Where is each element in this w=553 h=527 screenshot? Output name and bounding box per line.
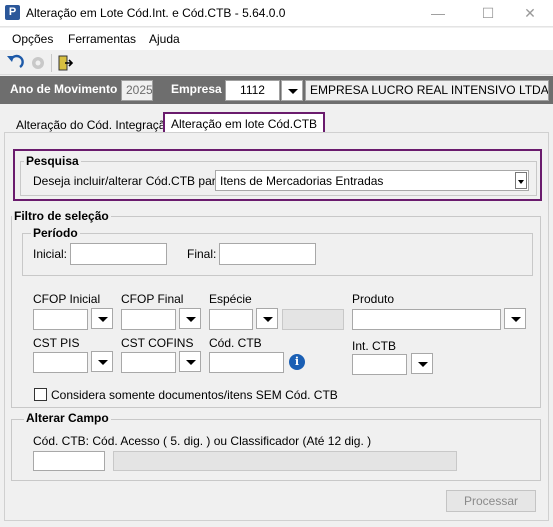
- periodo-title: Período: [31, 226, 80, 240]
- menu-ferramentas[interactable]: Ferramentas: [68, 32, 136, 46]
- pesquisa-label: Deseja incluir/alterar Cód.CTB para:: [33, 174, 226, 188]
- pesquisa-selected-value: Itens de Mercadorias Entradas: [220, 174, 384, 188]
- cfop-inicial-input[interactable]: [33, 309, 88, 330]
- especie-description-field: [282, 309, 344, 330]
- empresa-name-field: EMPRESA LUCRO REAL INTENSIVO LTDA: [305, 80, 549, 101]
- int-ctb-input[interactable]: [352, 354, 407, 375]
- cod-ctb-new-value-input[interactable]: [33, 451, 105, 471]
- cod-ctb-label: Cód. CTB: [209, 336, 262, 350]
- empresa-label: Empresa: [171, 82, 222, 96]
- sem-cod-ctb-checkbox[interactable]: [34, 388, 47, 401]
- sem-cod-ctb-label: Considera somente documentos/itens SEM C…: [51, 388, 338, 402]
- undo-icon[interactable]: [5, 54, 25, 72]
- title-bar: P Alteração em Lote Cód.Int. e Cód.CTB -…: [0, 0, 553, 27]
- menu-bar: Opções Ferramentas Ajuda: [0, 28, 553, 50]
- ano-movimento-field: 2025: [121, 80, 153, 101]
- header-band: Ano de Movimento 2025 Empresa 1112 EMPRE…: [0, 76, 553, 104]
- ano-movimento-label: Ano de Movimento: [10, 82, 118, 96]
- pesquisa-select-arrow[interactable]: [515, 172, 527, 189]
- cst-cofins-label: CST COFINS: [121, 336, 194, 350]
- cfop-final-input[interactable]: [121, 309, 176, 330]
- cfop-final-label: CFOP Final: [121, 292, 184, 306]
- toolbar-separator: [51, 54, 52, 72]
- menu-ajuda[interactable]: Ajuda: [149, 32, 180, 46]
- inicial-label: Inicial:: [33, 247, 68, 261]
- processar-button[interactable]: Processar: [446, 490, 536, 512]
- cst-pis-label: CST PIS: [33, 336, 80, 350]
- app-icon: P: [5, 5, 20, 20]
- filtro-title: Filtro de seleção: [12, 209, 111, 223]
- final-label: Final:: [187, 247, 217, 261]
- exit-door-icon[interactable]: [55, 54, 75, 72]
- minimize-button[interactable]: —: [415, 0, 461, 27]
- cfop-inicial-dropdown[interactable]: [91, 308, 113, 329]
- int-ctb-dropdown[interactable]: [411, 353, 433, 374]
- cst-cofins-input[interactable]: [121, 352, 176, 373]
- pesquisa-title: Pesquisa: [24, 154, 81, 168]
- info-icon[interactable]: i: [289, 354, 305, 370]
- cst-pis-input[interactable]: [33, 352, 88, 373]
- maximize-button[interactable]: ☐: [465, 0, 511, 27]
- cod-ctb-input[interactable]: [209, 352, 284, 373]
- menu-opcoes[interactable]: Opções: [12, 32, 53, 46]
- int-ctb-label: Int. CTB: [352, 339, 397, 353]
- inicial-date-field[interactable]: [70, 243, 167, 265]
- produto-label: Produto: [352, 292, 395, 306]
- cfop-final-dropdown[interactable]: [179, 308, 201, 329]
- alterar-campo-title: Alterar Campo: [24, 411, 111, 425]
- window-title: Alteração em Lote Cód.Int. e Cód.CTB - 5…: [26, 6, 286, 20]
- especie-label: Espécie: [209, 292, 252, 306]
- final-date-field[interactable]: [219, 243, 316, 265]
- tab-alteracao-lote-cod-ctb[interactable]: Alteração em lote Cód.CTB: [163, 112, 326, 134]
- cst-cofins-dropdown[interactable]: [179, 351, 201, 372]
- especie-dropdown[interactable]: [256, 308, 278, 329]
- empresa-dropdown-button[interactable]: [281, 80, 303, 101]
- settings-icon: [28, 54, 48, 72]
- close-button[interactable]: ✕: [507, 0, 553, 27]
- produto-input[interactable]: [352, 309, 501, 330]
- alterar-campo-label: Cód. CTB: Cód. Acesso ( 5. dig. ) ou Cla…: [33, 434, 372, 448]
- alterar-campo-group: [11, 419, 541, 481]
- empresa-code-field[interactable]: 1112: [225, 80, 280, 101]
- especie-input[interactable]: [209, 309, 253, 330]
- produto-dropdown[interactable]: [504, 308, 526, 329]
- toolbar: [0, 51, 553, 75]
- pesquisa-select[interactable]: Itens de Mercadorias Entradas: [215, 170, 529, 191]
- cst-pis-dropdown[interactable]: [91, 351, 113, 372]
- cfop-inicial-label: CFOP Inicial: [33, 292, 101, 306]
- cod-ctb-description-field: [113, 451, 457, 471]
